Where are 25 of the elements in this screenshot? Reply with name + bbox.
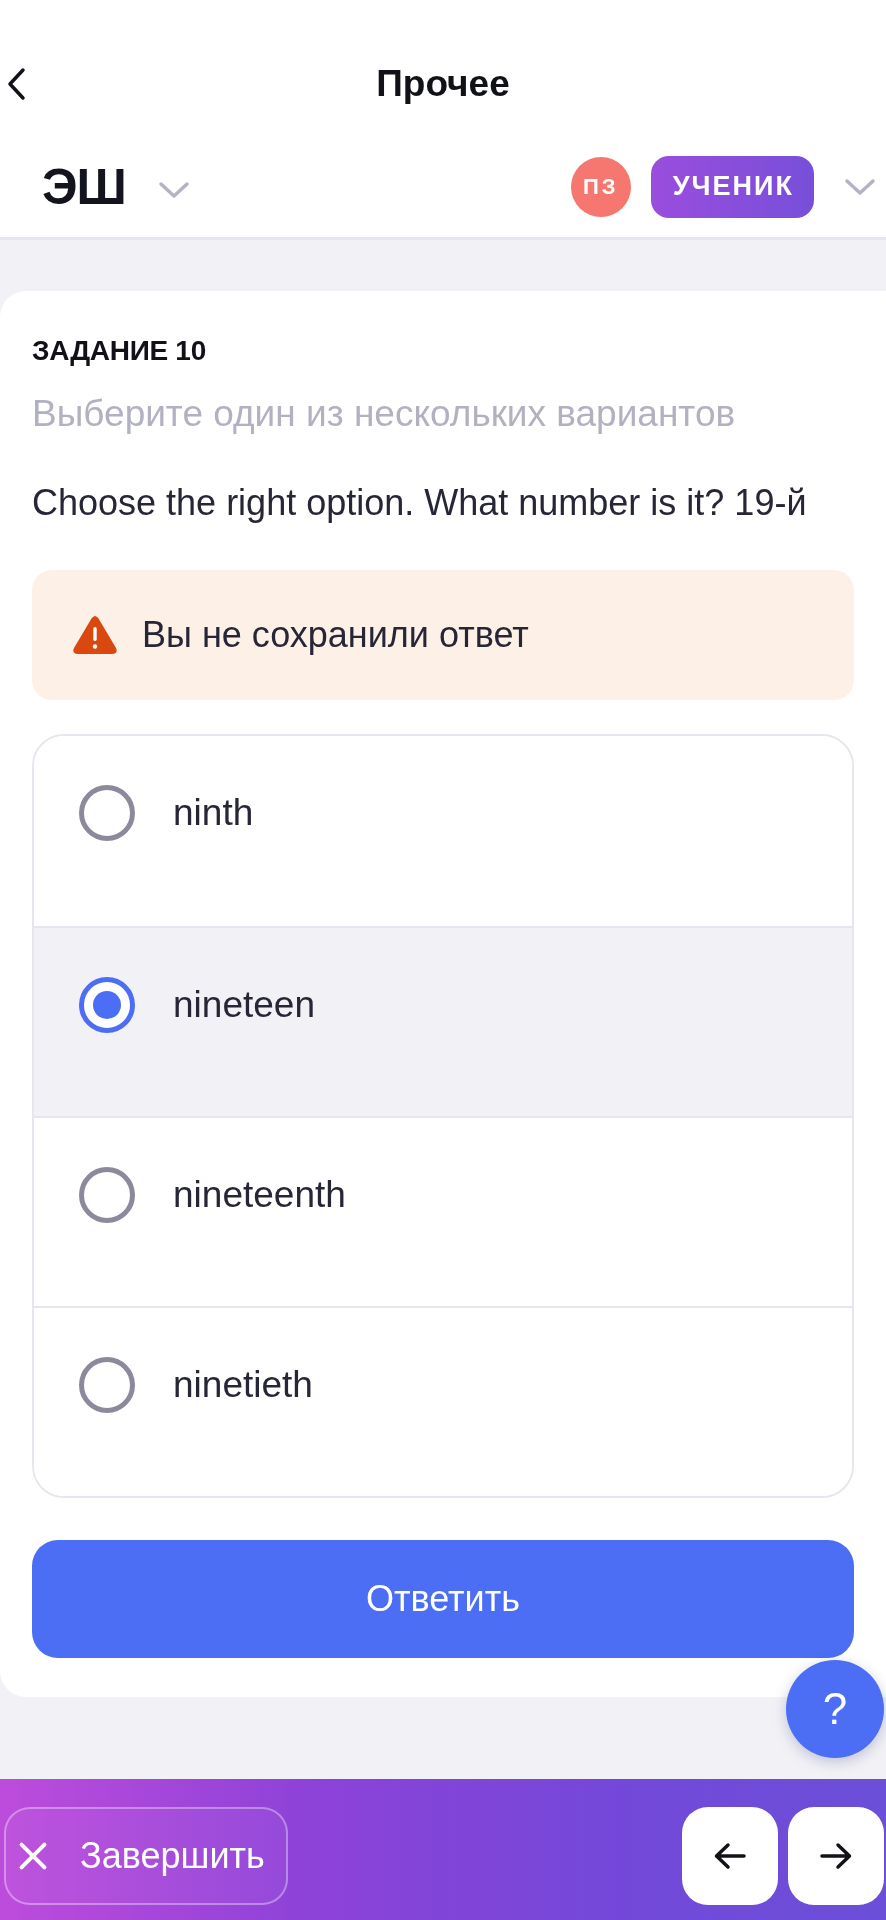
- logo-text[interactable]: ЭШ: [42, 157, 126, 216]
- arrow-left-icon: [713, 1842, 747, 1870]
- role-badge[interactable]: УЧЕНИК: [650, 155, 814, 218]
- task-label: ЗАДАНИЕ 10: [32, 334, 207, 368]
- warning-icon: [72, 615, 118, 655]
- task-instruction: Выберите один из нескольких вариантов: [32, 393, 737, 435]
- warning-text: Вы не сохранили ответ: [142, 614, 529, 656]
- back-icon[interactable]: [6, 67, 26, 101]
- help-button[interactable]: ?: [786, 1660, 884, 1758]
- submit-button[interactable]: Ответить: [32, 1540, 854, 1658]
- chevron-down-icon[interactable]: [157, 180, 190, 199]
- arrow-right-icon: [819, 1842, 853, 1870]
- next-button[interactable]: [788, 1807, 884, 1905]
- page-title: Прочее: [376, 63, 510, 105]
- radio-button[interactable]: [79, 1357, 135, 1413]
- answer-option[interactable]: ninetieth: [34, 1306, 852, 1496]
- answer-option[interactable]: nineteen: [34, 926, 852, 1116]
- radio-button[interactable]: [79, 785, 135, 841]
- chevron-down-icon[interactable]: [844, 177, 876, 196]
- finish-button[interactable]: Завершить: [4, 1807, 288, 1905]
- close-icon: [18, 1841, 48, 1871]
- radio-button[interactable]: [79, 977, 135, 1033]
- radio-button[interactable]: [79, 1167, 135, 1223]
- previous-button[interactable]: [682, 1807, 778, 1905]
- question-text: Choose the right option. What number is it? 19-й: [32, 482, 808, 524]
